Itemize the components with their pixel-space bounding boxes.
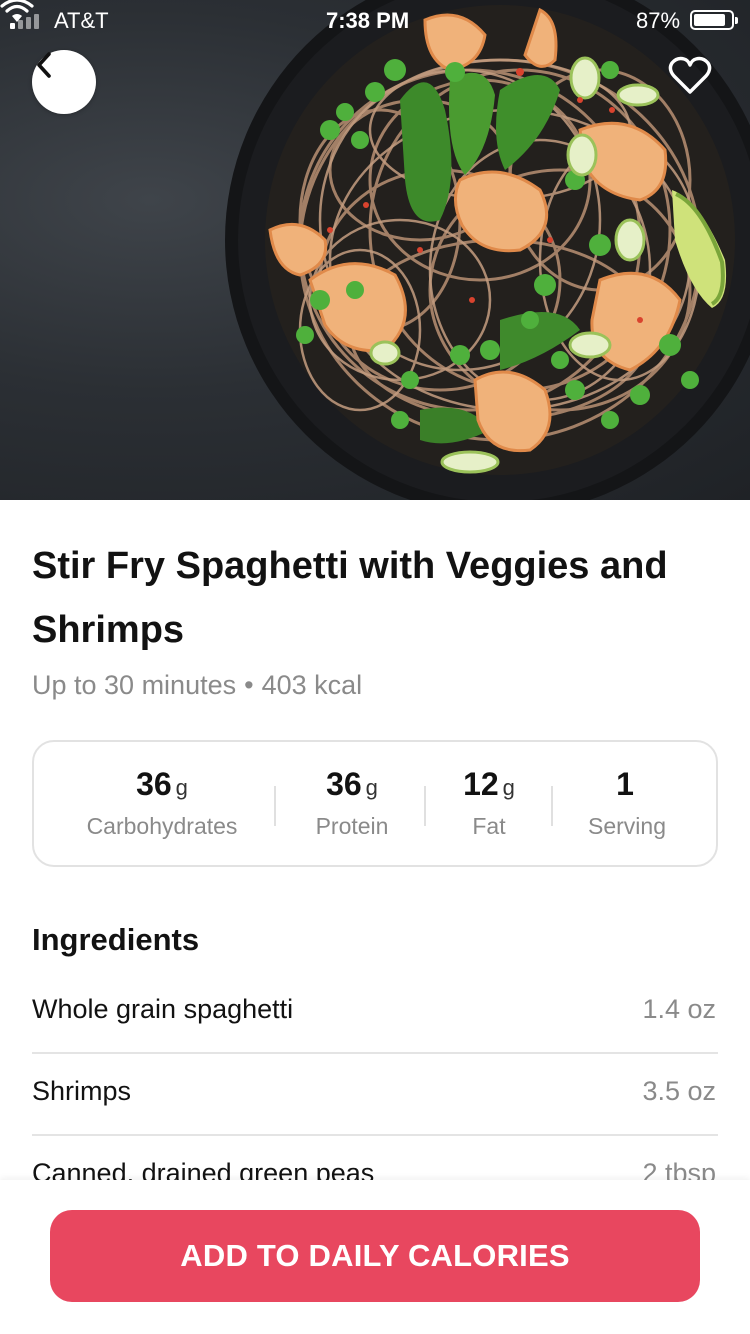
macro-label: Fat xyxy=(472,813,506,839)
ingredient-quantity: 3.5 oz xyxy=(642,1076,716,1106)
meta-separator: • xyxy=(244,670,254,700)
status-time: 7:38 PM xyxy=(326,8,410,33)
battery-level-fill xyxy=(694,14,726,26)
recipe-title: Stir Fry Spaghetti with Veggies and Shri… xyxy=(32,545,668,651)
battery-percent: 87% xyxy=(636,8,681,33)
macro-unit: g xyxy=(175,775,188,800)
wifi-icon xyxy=(0,0,34,22)
recipe-meta: Up to 30 minutes • 403 kcal xyxy=(32,670,362,701)
ingredient-row: Whole grain spaghetti 1.4 oz xyxy=(32,972,718,1054)
chevron-left-icon xyxy=(37,52,51,78)
favorite-button[interactable] xyxy=(668,56,720,104)
macro-divider xyxy=(551,786,553,826)
back-button[interactable] xyxy=(32,50,96,114)
macro-divider xyxy=(424,786,426,826)
carrier-name: AT&T xyxy=(54,8,109,33)
nutrition-summary-card: 36 g Carbohydrates 36 g Protein 12 g Fat 1 … xyxy=(32,740,718,867)
macro-serving: 1 Serving xyxy=(574,766,680,840)
heart-outline-icon xyxy=(668,56,712,94)
bottom-action-bar: ADD TO DAILY CALORIES xyxy=(0,1180,750,1334)
food-photo xyxy=(225,0,750,500)
ingredient-quantity: 1.4 oz xyxy=(642,994,716,1024)
macro-label: Protein xyxy=(315,813,389,839)
ingredient-row: Shrimps 3.5 oz xyxy=(32,1054,718,1136)
battery-icon xyxy=(690,10,738,30)
add-to-daily-calories-button[interactable]: ADD TO DAILY CALORIES xyxy=(50,1210,700,1302)
macro-carbohydrates: 36 g Carbohydrates xyxy=(82,766,242,840)
recipe-duration: Up to 30 minutes xyxy=(32,670,237,700)
ingredient-name: Shrimps xyxy=(32,1076,132,1106)
macro-protein: 36 g Protein xyxy=(294,766,410,840)
macro-value: 36 xyxy=(326,766,362,802)
macro-value: 1 xyxy=(616,766,634,802)
macro-value: 12 xyxy=(463,766,499,802)
macro-label: Carbohydrates xyxy=(86,813,238,839)
status-bar: AT&T 7:38 PM 87% xyxy=(0,0,750,40)
ingredient-name: Whole grain spaghetti xyxy=(32,994,294,1024)
macro-value: 36 xyxy=(136,766,172,802)
macro-fat: 12 g Fat xyxy=(444,766,534,840)
macro-unit: g xyxy=(365,775,378,800)
macro-unit: g xyxy=(502,775,515,800)
macro-label: Serving xyxy=(588,813,666,839)
recipe-calories: 403 kcal xyxy=(261,670,363,700)
recipe-hero-image: AT&T 7:38 PM 87% xyxy=(0,0,750,500)
macro-divider xyxy=(274,786,276,826)
ingredients-heading: Ingredients xyxy=(32,922,200,957)
